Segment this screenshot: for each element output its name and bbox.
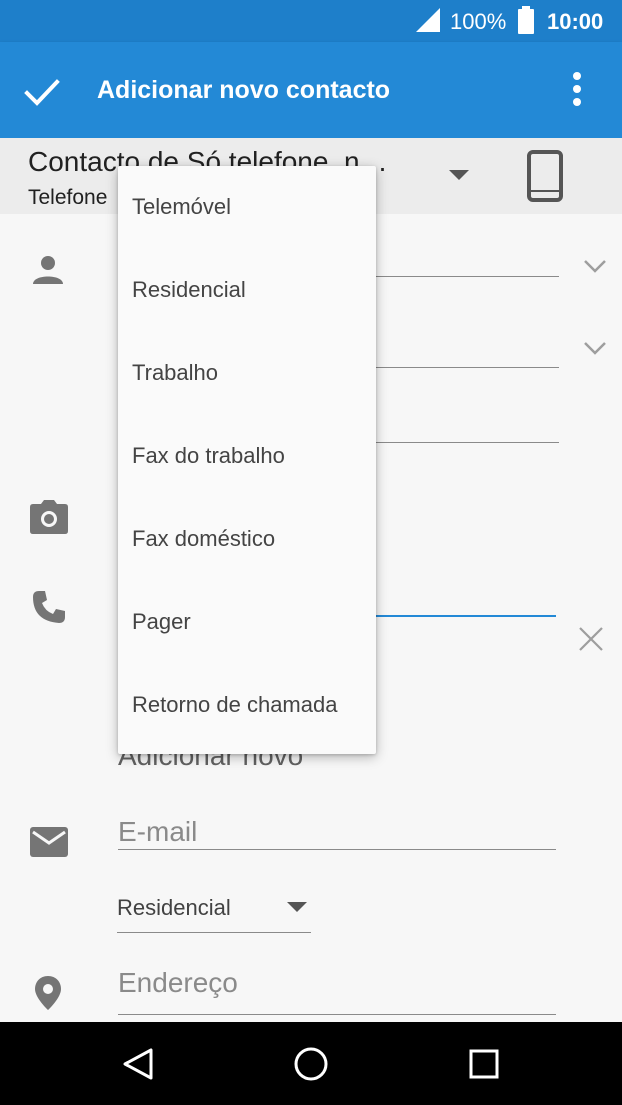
smartphone-icon bbox=[527, 150, 563, 202]
status-bar: 100% 10:00 bbox=[0, 0, 622, 42]
menu-item-fax-trabalho[interactable]: Fax do trabalho bbox=[118, 415, 376, 498]
menu-item-fax-domestico[interactable]: Fax doméstico bbox=[118, 498, 376, 581]
location-icon bbox=[35, 976, 61, 1010]
menu-item-pager[interactable]: Pager bbox=[118, 581, 376, 664]
close-icon[interactable] bbox=[578, 626, 604, 652]
dropdown-arrow-icon[interactable] bbox=[449, 170, 469, 182]
menu-item-label: Retorno de chamada bbox=[132, 692, 338, 717]
address-field-underline bbox=[118, 1014, 556, 1015]
more-vert-icon[interactable] bbox=[563, 70, 591, 110]
phonetic-field-underline[interactable] bbox=[376, 367, 559, 368]
back-icon[interactable] bbox=[122, 1047, 154, 1081]
email-input[interactable]: E-mail bbox=[118, 816, 197, 848]
chevron-down-icon[interactable] bbox=[582, 340, 608, 356]
menu-item-label: Fax doméstico bbox=[132, 526, 276, 551]
name-field-underline[interactable] bbox=[376, 276, 559, 277]
recents-icon[interactable] bbox=[468, 1048, 500, 1080]
home-icon[interactable] bbox=[293, 1046, 329, 1082]
clock: 10:00 bbox=[547, 9, 604, 34]
app-bar: Adicionar novo contacto bbox=[0, 42, 622, 138]
menu-item-label: Trabalho bbox=[132, 360, 219, 385]
account-type-label: Telefone bbox=[28, 186, 108, 209]
signal-icon bbox=[416, 8, 440, 32]
menu-item-trabalho[interactable]: Trabalho bbox=[118, 332, 376, 415]
email-type-select[interactable]: Residencial bbox=[117, 895, 231, 921]
menu-item-telemovel[interactable]: Telemóvel bbox=[118, 166, 376, 249]
menu-item-retorno-chamada[interactable]: Retorno de chamada bbox=[118, 664, 376, 747]
battery-icon bbox=[518, 6, 534, 34]
email-icon bbox=[30, 827, 68, 857]
phone-field-focus-line[interactable] bbox=[376, 615, 556, 617]
email-field-underline bbox=[118, 849, 556, 850]
menu-item-label: Fax do trabalho bbox=[132, 443, 285, 468]
dropdown-arrow-icon[interactable] bbox=[287, 902, 307, 914]
menu-item-label: Residencial bbox=[132, 277, 246, 302]
menu-item-label: Telemóvel bbox=[132, 194, 232, 219]
phone-icon bbox=[33, 591, 65, 623]
organization-field-underline[interactable] bbox=[376, 442, 559, 443]
check-icon[interactable] bbox=[22, 72, 62, 112]
menu-item-label: Pager bbox=[132, 609, 191, 634]
menu-item-residencial[interactable]: Residencial bbox=[118, 249, 376, 332]
email-type-underline bbox=[117, 932, 311, 933]
page-title: Adicionar novo contacto bbox=[97, 76, 391, 104]
chevron-down-icon[interactable] bbox=[582, 258, 608, 274]
battery-percent: 100% bbox=[450, 9, 507, 34]
camera-icon[interactable] bbox=[30, 500, 68, 534]
navigation-bar bbox=[0, 1022, 622, 1105]
person-icon bbox=[33, 256, 63, 284]
address-input[interactable]: Endereço bbox=[118, 967, 238, 999]
phone-type-menu: Telemóvel Residencial Trabalho Fax do tr… bbox=[118, 166, 376, 754]
